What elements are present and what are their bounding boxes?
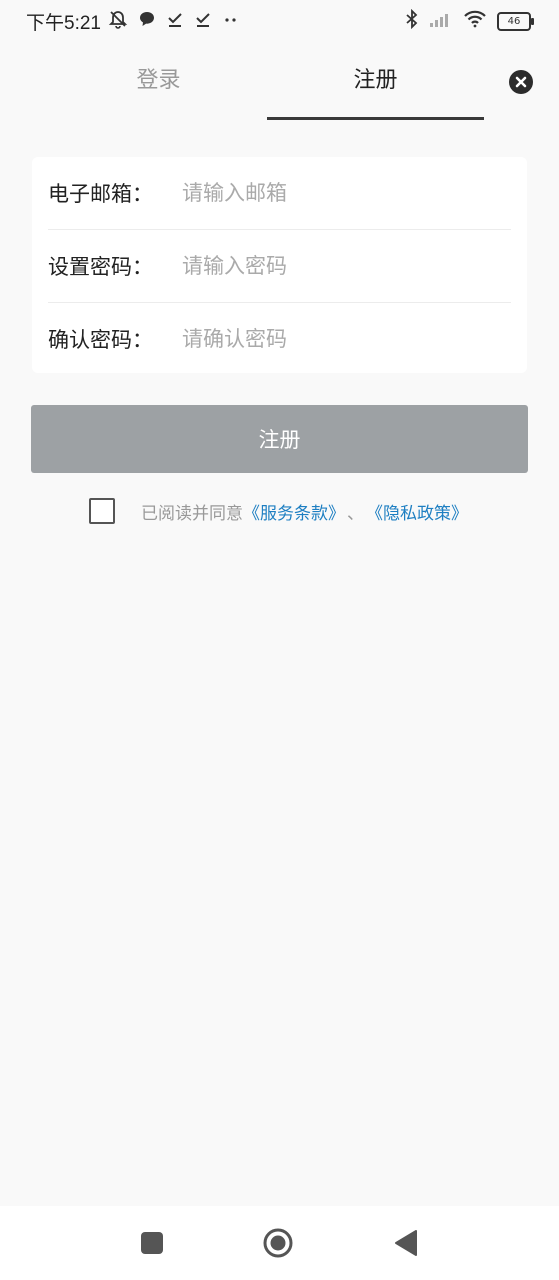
- signal-icon: [429, 10, 453, 32]
- status-time: 下午5:21: [26, 13, 101, 34]
- bluetooth-icon: [405, 8, 419, 33]
- auth-tabs: 登录 注册: [50, 48, 484, 120]
- register-form: 电子邮箱： 设置密码： 确认密码：: [32, 157, 527, 373]
- password-row: 设置密码：: [48, 230, 511, 302]
- email-input[interactable]: [182, 181, 511, 205]
- agreement-separator: 、: [347, 503, 364, 524]
- square-icon: [140, 1231, 164, 1259]
- register-button[interactable]: 注册: [31, 405, 528, 473]
- tab-register[interactable]: 注册: [267, 48, 484, 120]
- status-system-icons: 46: [405, 8, 534, 33]
- close-button[interactable]: [509, 70, 533, 94]
- agreement-text: 已阅读并同意: [141, 503, 243, 524]
- password-input[interactable]: [182, 254, 511, 278]
- system-nav-bar: [0, 1206, 559, 1280]
- password-label: 设置密码：: [48, 255, 153, 279]
- home-circle-icon: [262, 1227, 294, 1263]
- status-bar: 下午5:21 46: [0, 0, 559, 42]
- privacy-policy-link[interactable]: 《隐私政策》: [366, 499, 468, 524]
- tab-login[interactable]: 登录: [50, 48, 267, 120]
- wifi-icon: [463, 10, 487, 32]
- agreement-checkbox[interactable]: [89, 498, 115, 524]
- battery-icon: 46: [497, 11, 534, 31]
- home-button[interactable]: [262, 1227, 294, 1263]
- close-icon: [515, 73, 527, 92]
- mute-icon: [108, 9, 128, 33]
- more-dots-icon: [222, 10, 240, 32]
- email-row: 电子邮箱：: [48, 157, 511, 229]
- battery-level: 46: [507, 15, 521, 27]
- chat-bubble-icon: [138, 10, 156, 32]
- back-triangle-icon: [393, 1229, 419, 1261]
- back-button[interactable]: [391, 1230, 421, 1260]
- recent-apps-button[interactable]: [137, 1230, 167, 1260]
- download-done-icon: [194, 10, 212, 32]
- confirm-password-input[interactable]: [182, 327, 511, 351]
- agreement-row: 已阅读并同意 《服务条款》 、 《隐私政策》: [89, 496, 468, 526]
- email-label: 电子邮箱：: [48, 182, 153, 206]
- status-notification-icons: [108, 9, 240, 33]
- confirm-password-row: 确认密码：: [48, 303, 511, 375]
- confirm-password-label: 确认密码：: [48, 328, 153, 352]
- download-done-icon: [166, 10, 184, 32]
- terms-of-service-link[interactable]: 《服务条款》: [243, 499, 345, 524]
